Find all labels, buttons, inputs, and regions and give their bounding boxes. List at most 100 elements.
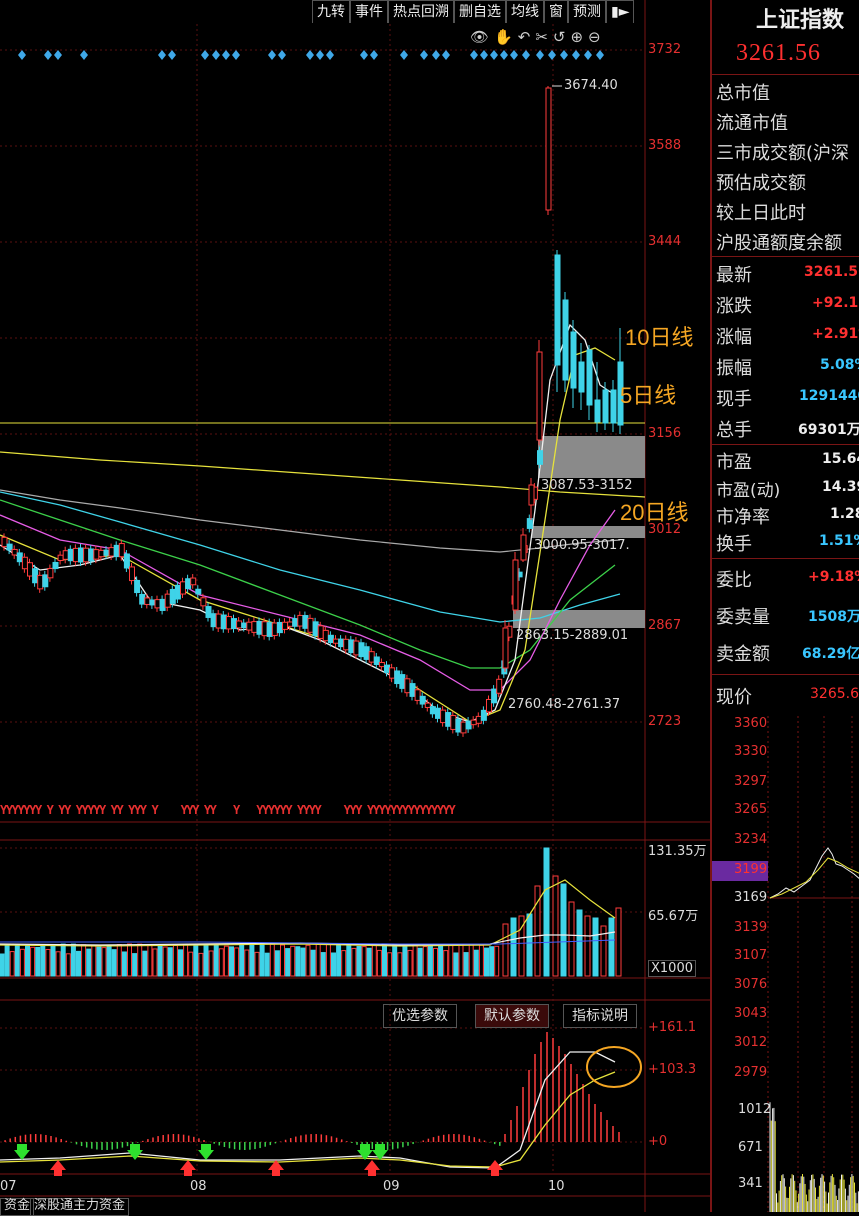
- candle-body: [16, 552, 23, 563]
- quote-label: 总手: [716, 420, 752, 441]
- volume-bar: [137, 943, 143, 977]
- valuation-label: 市净率: [716, 507, 770, 528]
- volume-bar: [172, 944, 178, 977]
- hand-icon[interactable]: ✋: [494, 28, 513, 46]
- candle-body: [399, 674, 406, 689]
- mini-price-tick: 3043: [734, 1006, 768, 1021]
- candle-body: [134, 579, 141, 594]
- tab-funds[interactable]: 资金: [0, 1198, 35, 1216]
- divider: [712, 558, 859, 559]
- main-chart[interactable]: [0, 0, 710, 1212]
- toolbar-hotspot-review[interactable]: 热点回溯: [388, 0, 454, 23]
- candle-body: [98, 549, 105, 558]
- candle-body: [241, 622, 248, 629]
- toolbar-jiuzhuan[interactable]: 九转: [312, 0, 350, 23]
- info-three-market-turnover: 三市成交额(沪深: [716, 143, 850, 164]
- volume-bar: [458, 943, 464, 977]
- diamond-marker-icon: [360, 50, 368, 60]
- eye-icon[interactable]: 👁: [470, 28, 489, 46]
- candle-body: [429, 706, 436, 715]
- volume-bar: [142, 950, 148, 977]
- candle-body: [338, 638, 345, 648]
- volume-bar: [568, 901, 575, 977]
- candle-body: [129, 566, 135, 582]
- default-params-button[interactable]: 默认参数: [475, 1004, 549, 1028]
- quote-label: 涨幅: [716, 327, 752, 348]
- diamond-marker-icon: [44, 50, 52, 60]
- optimal-params-button[interactable]: 优选参数: [383, 1004, 457, 1028]
- zoom-out-icon[interactable]: ⊖: [588, 28, 601, 46]
- candle-body: [327, 634, 334, 644]
- candle-body: [88, 548, 95, 562]
- diamond-marker-icon: [222, 50, 230, 60]
- price-tick: 2867: [648, 618, 682, 633]
- current-price-value: 3265.6: [810, 686, 859, 702]
- volume-bar: [203, 943, 209, 977]
- volume-bar: [397, 952, 403, 977]
- zone-label: 3000.95-3017.: [534, 538, 630, 553]
- volume-bar: [463, 952, 469, 977]
- candle-body: [276, 621, 283, 634]
- toolbar-remove-watchlist[interactable]: 删自选: [454, 0, 506, 23]
- candle-body: [414, 689, 421, 701]
- mini-avg-line: [769, 857, 859, 899]
- candle-body: [424, 702, 431, 708]
- down-arrow-icon: [127, 1144, 143, 1160]
- mini-grid: [767, 716, 853, 1212]
- mini-price-tick: 3076: [734, 977, 768, 992]
- signal-y-row: YYYYYYY Y YY YYYYY YY YYY Y YYY YY Y YYY…: [0, 803, 456, 817]
- candle-body: [610, 389, 617, 424]
- volume-bar: [300, 947, 306, 977]
- toolbar-events[interactable]: 事件: [350, 0, 388, 23]
- diamond-marker-icon: [572, 50, 580, 60]
- mini-price-tick: 3199: [734, 862, 768, 877]
- candle-body: [348, 639, 355, 654]
- toolbar-forecast[interactable]: 预测: [568, 0, 606, 23]
- volume-bar: [208, 950, 214, 977]
- toolbar-moving-average[interactable]: 均线: [506, 0, 544, 23]
- zone-label: 2863.15-2889.01: [516, 628, 629, 643]
- volume-bar: [239, 944, 245, 977]
- candle-body: [139, 593, 146, 605]
- divider: [712, 256, 859, 257]
- candle-body: [180, 581, 186, 595]
- candle-body: [261, 621, 268, 637]
- volume-bar: [269, 943, 275, 977]
- volume-bar: [76, 950, 81, 977]
- candle-body: [594, 399, 601, 423]
- volume-bar: [91, 945, 97, 977]
- diamond-marker-icon: [168, 50, 176, 60]
- valuation-label: 换手: [716, 534, 752, 555]
- mini-price-tick: 3234: [734, 832, 768, 847]
- candle-body: [123, 553, 130, 569]
- mini-price-tick: 3265: [734, 802, 768, 817]
- volume-bar: [473, 949, 479, 977]
- volume-bar: [290, 945, 296, 977]
- volume-bar: [121, 951, 127, 977]
- candle-body: [236, 620, 243, 629]
- x-label: 10: [548, 1179, 565, 1194]
- diamond-marker-icon: [510, 50, 518, 60]
- reset-icon[interactable]: ↺: [553, 28, 566, 46]
- volume-bar: [412, 944, 418, 977]
- undo-icon[interactable]: ↶: [518, 28, 531, 46]
- zoom-in-icon[interactable]: ⊕: [570, 28, 583, 46]
- candle-body: [190, 577, 197, 586]
- diamond-marker-icon: [326, 50, 334, 60]
- candle-body: [502, 627, 509, 669]
- volume-bar: [45, 948, 51, 977]
- indicator-help-button[interactable]: 指标说明: [563, 1004, 637, 1028]
- toolbar-window[interactable]: 窗: [544, 0, 568, 23]
- scissors-icon[interactable]: ✂: [535, 28, 548, 46]
- candle-body: [317, 625, 324, 639]
- candle-body: [384, 664, 390, 673]
- tab-shenzhen-connect-funds[interactable]: 深股通主力资金: [30, 1198, 130, 1216]
- candle-body: [195, 588, 202, 595]
- volume-bar: [198, 952, 204, 977]
- candle-body: [562, 299, 569, 381]
- candle-body: [113, 544, 120, 558]
- candle-body: [363, 646, 370, 660]
- toolbar-collapse-icon[interactable]: ▮►: [606, 0, 635, 23]
- quote-label: 最新: [716, 265, 752, 286]
- order-label: 卖金额: [716, 644, 770, 665]
